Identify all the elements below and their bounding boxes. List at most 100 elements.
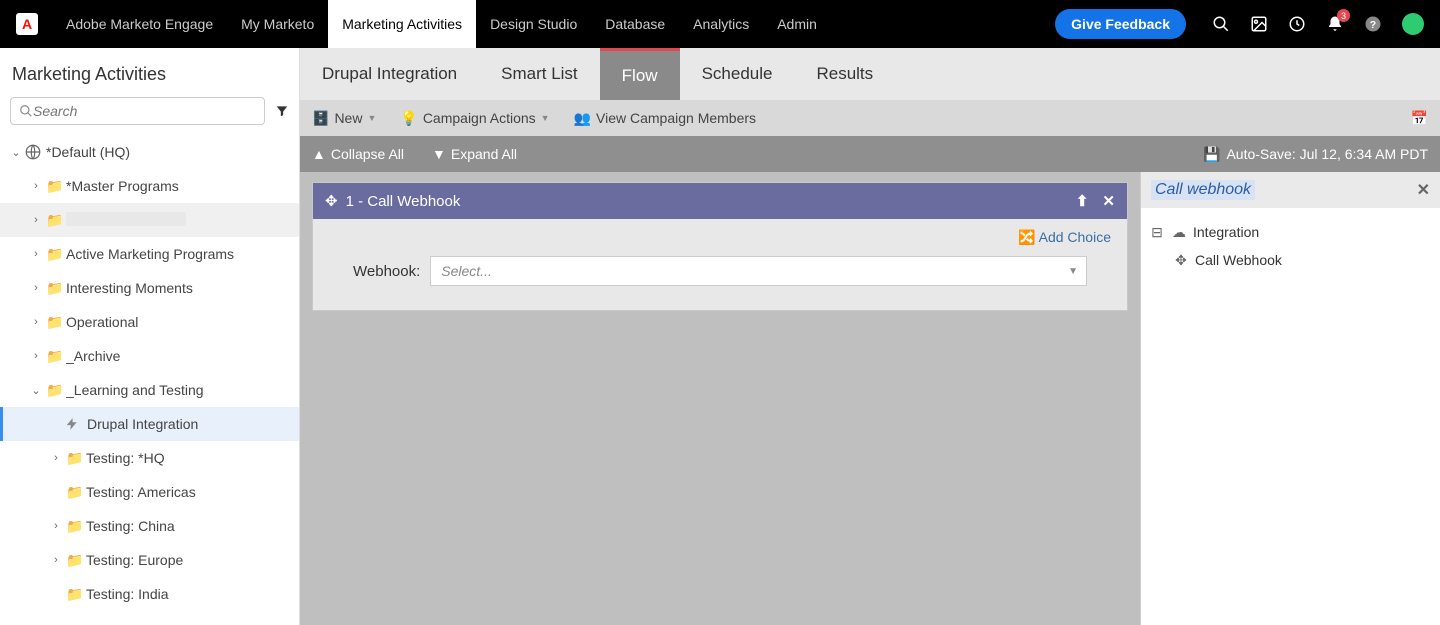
save-icon: 💾 [1203,146,1220,163]
tree-folder[interactable]: › 📁 Interesting Moments [0,271,299,305]
folder-icon: 📁 [44,382,66,399]
give-feedback-button[interactable]: Give Feedback [1055,9,1186,39]
chevron-down-icon: ▼ [367,113,376,123]
tree-folder[interactable]: › 📁 [0,203,299,237]
tree-label: Testing: Americas [86,484,299,500]
view-campaign-members-button[interactable]: 👥 View Campaign Members [574,110,756,127]
tab-flow[interactable]: Flow [600,48,680,100]
chevron-right-icon: › [28,282,44,294]
tree-folder[interactable]: › 📁 _Archive [0,339,299,373]
tree-folder[interactable]: › 📁 *Master Programs [0,169,299,203]
collapse-step-icon[interactable]: ⬆ [1076,192,1089,210]
autosave-status: 💾 Auto-Save: Jul 12, 6:34 AM PDT [1203,146,1428,163]
tree-label: Testing: India [86,586,299,602]
tree-label: Active Marketing Programs [66,246,299,262]
folder-icon: 📁 [64,552,86,569]
sidebar: Marketing Activities ⌄ *Default (HQ) › 📁… [0,48,300,625]
lightbulb-icon: 💡 [400,110,417,127]
minus-icon: ⊟ [1149,224,1165,241]
search-input-wrapper[interactable] [10,97,265,125]
add-choice-label: Add Choice [1039,229,1111,245]
actions-label: Campaign Actions [423,110,536,126]
flow-step-header[interactable]: ✥ 1 - Call Webhook ⬆ ✕ [313,183,1127,219]
image-icon[interactable] [1250,15,1268,33]
tree-root[interactable]: ⌄ *Default (HQ) [0,135,299,169]
tree-item-drupal-integration[interactable]: Drupal Integration [0,407,299,441]
right-panel-title: Call webhook [1151,180,1255,200]
help-icon[interactable]: ? [1364,15,1382,33]
nav-marketing-activities[interactable]: Marketing Activities [328,0,476,48]
tab-results[interactable]: Results [794,48,895,100]
nav-analytics[interactable]: Analytics [679,0,763,48]
top-nav-bar: A Adobe Marketo Engage My Marketo Market… [0,0,1440,48]
new-label: New [334,110,362,126]
campaign-actions-menu[interactable]: 💡 Campaign Actions ▼ [400,110,549,127]
add-choice-icon: 🔀 [1018,229,1035,245]
flow-canvas: ✥ 1 - Call Webhook ⬆ ✕ 🔀 Add Choice Webh… [300,172,1140,625]
notifications-icon[interactable]: 3 [1326,15,1344,33]
flow-subbar: ▲ Collapse All ▼ Expand All 💾 Auto-Save:… [300,136,1440,172]
expand-all-button[interactable]: ▼ Expand All [432,146,517,162]
chevron-right-icon: › [28,350,44,362]
chevron-right-icon: › [48,554,64,566]
folder-icon: 📁 [64,484,86,501]
filter-icon[interactable] [275,104,289,118]
tab-smart-list[interactable]: Smart List [479,48,600,100]
tree-label: *Master Programs [66,178,299,194]
tree-folder[interactable]: › 📁 Testing: Europe [0,543,299,577]
tree-label: Operational [66,314,299,330]
action-toolbar: 🗄️ New ▼ 💡 Campaign Actions ▼ 👥 View Cam… [300,100,1440,136]
nav-database[interactable]: Database [591,0,679,48]
adobe-logo: A [16,13,38,35]
tree-label: Testing: China [86,518,299,534]
tab-schedule[interactable]: Schedule [680,48,795,100]
right-panel: Call webhook ✕ ⊟ ☁ Integration ✥ Call We… [1140,172,1440,625]
tree-folder[interactable]: › 📁 Operational [0,305,299,339]
folder-icon: 📁 [44,348,66,365]
tree-label [66,212,299,229]
autosave-label: Auto-Save: Jul 12, 6:34 AM PDT [1226,146,1428,162]
calendar-icon[interactable]: 📅 [1411,110,1428,127]
new-menu[interactable]: 🗄️ New ▼ [312,110,376,127]
add-choice-button[interactable]: 🔀 Add Choice [329,229,1111,246]
remove-step-icon[interactable]: ✕ [1102,192,1115,210]
nav-admin[interactable]: Admin [763,0,831,48]
select-placeholder: Select... [441,263,492,279]
tree-root-label: *Default (HQ) [46,144,299,160]
tree-folder[interactable]: 📁 Testing: India [0,577,299,611]
user-avatar[interactable] [1402,13,1424,35]
history-icon[interactable] [1288,15,1306,33]
folder-icon: 📁 [64,586,86,603]
search-icon [19,104,33,118]
tree: ⌄ *Default (HQ) › 📁 *Master Programs › 📁… [0,135,299,611]
right-panel-header: Call webhook ✕ [1141,172,1440,208]
expand-label: Expand All [451,146,517,162]
view-members-label: View Campaign Members [596,110,756,126]
tree-label: Testing: Europe [86,552,299,568]
tree-folder[interactable]: › 📁 Active Marketing Programs [0,237,299,271]
tree-label: Testing: *HQ [86,450,299,466]
collapse-label: Collapse All [331,146,404,162]
collapse-all-button[interactable]: ▲ Collapse All [312,146,404,162]
chevron-right-icon: › [48,452,64,464]
chevron-right-icon: › [28,316,44,328]
close-icon[interactable]: ✕ [1417,180,1430,200]
tree-folder[interactable]: 📁 Testing: Americas [0,475,299,509]
search-input[interactable] [33,103,256,119]
tree-folder[interactable]: › 📁 Testing: *HQ [0,441,299,475]
flow-step-body: 🔀 Add Choice Webhook: Select... ▼ [313,219,1127,310]
nav-my-marketo[interactable]: My Marketo [227,0,328,48]
chevron-right-icon: › [28,248,44,260]
search-icon[interactable] [1212,15,1230,33]
chevron-down-icon: ▼ [541,113,550,123]
nav-design-studio[interactable]: Design Studio [476,0,591,48]
flow-step-call-webhook: ✥ 1 - Call Webhook ⬆ ✕ 🔀 Add Choice Webh… [312,182,1128,311]
chevron-right-icon: › [28,214,44,226]
palette-item-call-webhook[interactable]: ✥ Call Webhook [1149,246,1432,274]
right-panel-tree: ⊟ ☁ Integration ✥ Call Webhook [1141,208,1440,284]
tree-folder[interactable]: › 📁 Testing: China [0,509,299,543]
webhook-select[interactable]: Select... ▼ [430,256,1087,286]
palette-group-integration[interactable]: ⊟ ☁ Integration [1149,218,1432,246]
tree-folder-learning[interactable]: ⌄ 📁 _Learning and Testing [0,373,299,407]
chevron-right-icon: › [48,520,64,532]
